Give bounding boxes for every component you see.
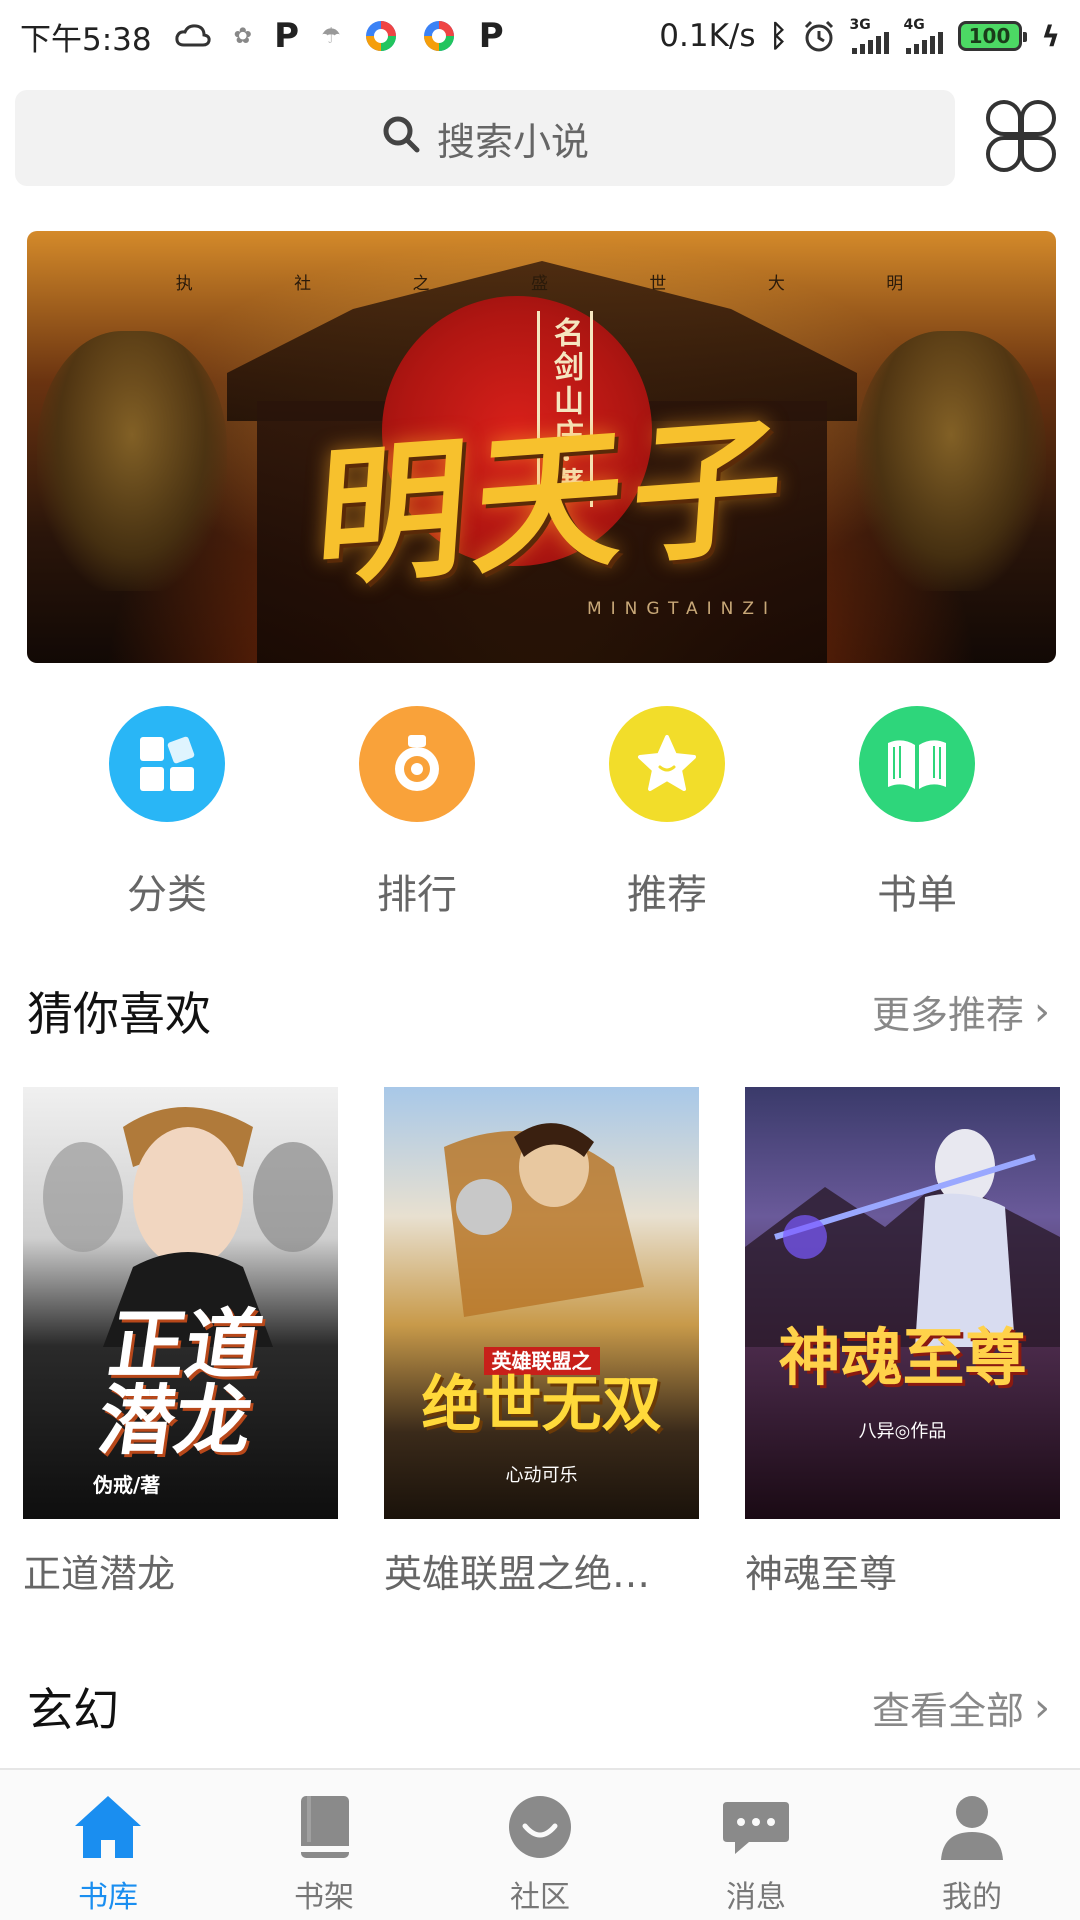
p-icon: P — [274, 16, 299, 56]
cover-author: 心动可乐 — [505, 1465, 578, 1486]
cover-warrior-icon — [745, 1129, 1060, 1347]
grid-icon — [986, 100, 1056, 172]
alarm-icon — [802, 19, 836, 53]
bottom-tab-bar: 书库 书架 社区 消息 我的 — [0, 1768, 1080, 1920]
book-cover: 正道 潜龙 伪戒/著 — [23, 1087, 338, 1519]
banner-title: 明天子 — [310, 396, 796, 608]
battery-icon: 100 — [957, 21, 1027, 51]
cover-author: 伪戒/著 — [93, 1473, 161, 1497]
book-card[interactable]: 英雄联盟之 绝世无双 心动可乐 英雄联盟之绝… — [384, 1087, 699, 1598]
tab-bookshelf[interactable]: 书架 — [216, 1770, 432, 1920]
tab-label: 我的 — [942, 1880, 1002, 1915]
more-recommend-label: 更多推荐 — [871, 993, 1024, 1037]
home-icon — [75, 1796, 141, 1858]
tab-label: 书架 — [294, 1880, 354, 1915]
book-title: 正道潜龙 — [23, 1552, 176, 1596]
category-label: 排行 — [377, 872, 457, 918]
banner-top-char: 执 — [175, 274, 197, 294]
category-entry-recommend[interactable]: 推荐 — [567, 706, 767, 920]
charging-icon: ϟ — [1041, 19, 1060, 53]
status-bar: 下午5:38 ✿ P ☂ P 0.1K/s ᛒ 3G 4G 100 ϟ — [0, 0, 1080, 72]
banner-top-char: 明 — [886, 274, 908, 294]
search-icon — [381, 114, 421, 163]
cover-title: 正道 潜龙 — [92, 1300, 269, 1465]
search-bar[interactable]: 搜索小说 — [15, 90, 955, 186]
book-card[interactable]: 正道 潜龙 伪戒/著 正道潜龙 — [23, 1087, 338, 1598]
cover-title: 绝世无双 — [421, 1370, 662, 1440]
banner-top-char: 社 — [294, 274, 316, 294]
view-all-link[interactable]: 查看全部 › — [872, 1680, 1050, 1735]
cloud-icon — [174, 23, 212, 49]
status-time: 下午5:38 — [20, 21, 152, 58]
tab-label: 社区 — [510, 1880, 570, 1915]
signal-4g-label: 4G — [903, 17, 925, 33]
category-entry-ranking[interactable]: 排行 — [317, 706, 517, 920]
signal-icon: 4G — [904, 18, 944, 54]
star-icon — [609, 706, 725, 822]
section-title-guess: 猜你喜欢 — [27, 987, 211, 1041]
tab-community[interactable]: 社区 — [432, 1770, 648, 1920]
banner-top-char: 大 — [767, 274, 789, 294]
ranking-icon — [359, 706, 475, 822]
category-entry-classify[interactable]: 分类 — [67, 706, 267, 920]
banner-top-text: 执 社 之 盛 世 大 明 — [27, 269, 1056, 294]
book-cover: 英雄联盟之 绝世无双 心动可乐 — [384, 1087, 699, 1519]
tab-bookstore[interactable]: 书库 — [0, 1770, 216, 1920]
promo-banner[interactable]: 执 社 之 盛 世 大 明 名剑山庄·著 明天子 MINGTAINZI — [27, 231, 1056, 663]
more-recommend-link[interactable]: 更多推荐 › — [872, 984, 1050, 1039]
banner-dragon-right — [856, 331, 1046, 591]
cover-title: 神魂至尊 — [778, 1321, 1027, 1394]
cover-hero-icon — [444, 1123, 644, 1317]
category-label: 分类 — [127, 872, 207, 918]
bookshelf-icon — [301, 1796, 349, 1858]
battery-level: 100 — [968, 24, 1011, 48]
cover-author: 八异◎作品 — [858, 1421, 947, 1442]
banner-top-char: 世 — [649, 274, 671, 294]
category-icon — [109, 706, 225, 822]
tab-profile[interactable]: 我的 — [864, 1770, 1080, 1920]
banner-top-char: 之 — [412, 274, 434, 294]
chevron-right-icon: › — [1034, 988, 1050, 1035]
tab-label: 消息 — [726, 1880, 786, 1915]
banner-dragon-left — [37, 331, 227, 591]
signal-icon: 3G — [850, 18, 890, 54]
tab-messages[interactable]: 消息 — [648, 1770, 864, 1920]
booklist-icon — [859, 706, 975, 822]
category-entry-booklist[interactable]: 书单 — [817, 706, 1017, 920]
weather-icon: ☂ — [320, 23, 341, 49]
browser-icon — [363, 18, 399, 54]
signal-3g-label: 3G — [849, 17, 871, 33]
net-speed: 0.1K/s — [659, 18, 756, 54]
book-card[interactable]: 神魂至尊 八异◎作品 神魂至尊 — [745, 1087, 1060, 1598]
search-placeholder: 搜索小说 — [436, 119, 589, 164]
book-title: 神魂至尊 — [745, 1552, 898, 1596]
book-cover: 神魂至尊 八异◎作品 — [745, 1087, 1060, 1519]
baidu-icon: ✿ — [233, 23, 253, 49]
category-label: 书单 — [877, 872, 957, 918]
banner-subtitle: MINGTAINZI — [587, 599, 778, 619]
community-icon — [509, 1796, 571, 1858]
browser-icon — [421, 18, 457, 54]
message-icon — [723, 1802, 789, 1854]
section-title-xuanhuan: 玄幻 — [27, 1683, 119, 1737]
banner-top-char: 盛 — [530, 274, 552, 294]
bluetooth-icon: ᛒ — [769, 18, 788, 54]
tab-label: 书库 — [78, 1880, 138, 1915]
view-all-label: 查看全部 — [871, 1689, 1024, 1733]
book-title: 英雄联盟之绝… — [384, 1552, 651, 1596]
category-grid-button[interactable] — [984, 100, 1056, 172]
category-label: 推荐 — [627, 872, 707, 918]
p-icon: P — [478, 16, 504, 56]
profile-icon — [941, 1796, 1003, 1860]
chevron-right-icon: › — [1034, 1684, 1050, 1731]
